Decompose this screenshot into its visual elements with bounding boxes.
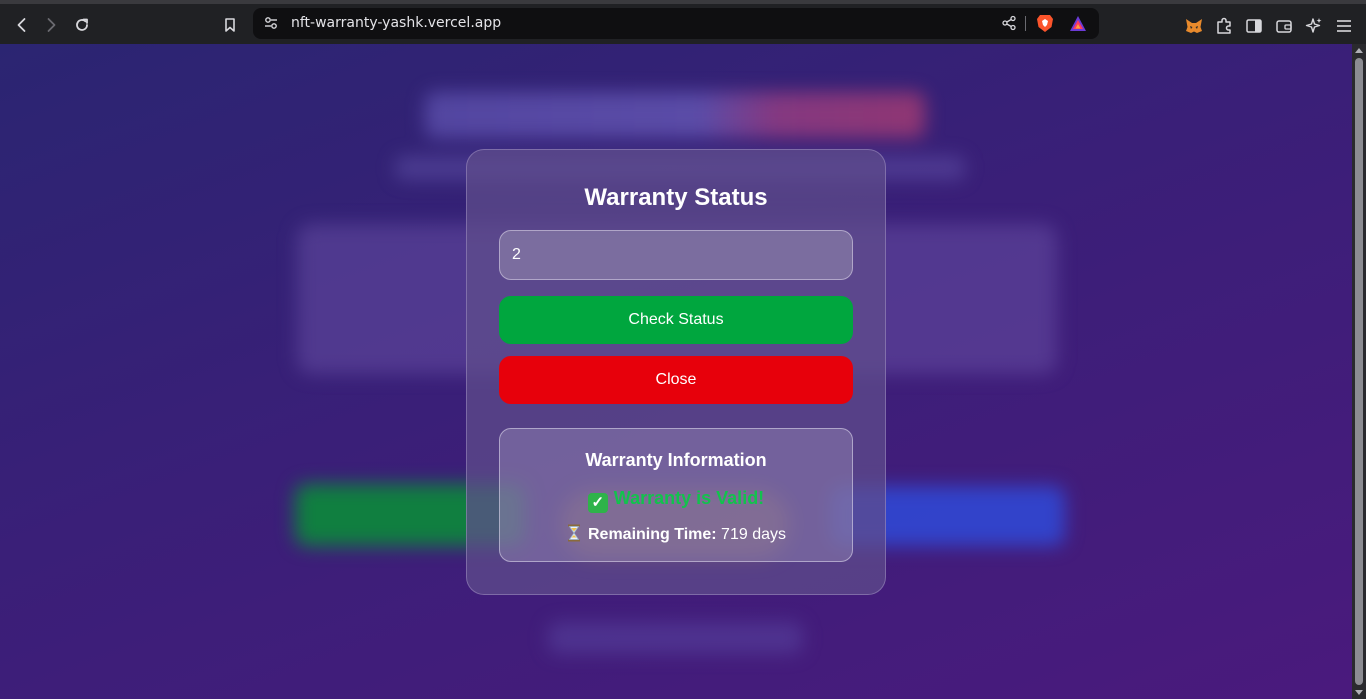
metamask-icon[interactable] bbox=[1184, 16, 1204, 36]
valid-status-text: Warranty is Valid! bbox=[613, 488, 765, 508]
hourglass-icon bbox=[567, 524, 580, 542]
modal-title: Warranty Status bbox=[584, 184, 768, 211]
remaining-time: Remaining Time: 719 days bbox=[500, 524, 852, 544]
address-bar[interactable]: nft-warranty-yashk.vercel.app bbox=[253, 8, 1099, 39]
blurred-heading bbox=[425, 92, 925, 138]
forward-icon[interactable] bbox=[38, 12, 64, 38]
warranty-info-panel: Warranty Information ✓ Warranty is Valid!… bbox=[499, 428, 853, 562]
warranty-status-modal: Warranty Status Check Status Close Warra… bbox=[466, 149, 886, 595]
browser-toolbar: nft-warranty-yashk.vercel.app bbox=[0, 0, 1366, 44]
page-scrollbar[interactable] bbox=[1352, 44, 1366, 699]
page-viewport: Warranty Status Check Status Close Warra… bbox=[0, 44, 1352, 699]
blurred-footer bbox=[548, 622, 803, 654]
brave-rewards-icon[interactable] bbox=[1069, 15, 1087, 32]
scroll-thumb[interactable] bbox=[1355, 58, 1363, 685]
bookmark-icon[interactable] bbox=[217, 12, 243, 38]
wallet-icon[interactable] bbox=[1274, 16, 1294, 36]
scroll-down-arrow-icon[interactable] bbox=[1355, 690, 1363, 695]
back-icon[interactable] bbox=[9, 12, 35, 38]
sidebar-icon[interactable] bbox=[1244, 16, 1264, 36]
site-settings-icon[interactable] bbox=[263, 15, 279, 31]
leo-ai-icon[interactable] bbox=[1304, 16, 1324, 36]
check-mark-icon: ✓ bbox=[587, 493, 608, 513]
check-status-button[interactable]: Check Status bbox=[499, 296, 853, 344]
close-button[interactable]: Close bbox=[499, 356, 853, 404]
url-separator bbox=[1025, 16, 1026, 31]
remaining-time-label: Remaining Time: bbox=[587, 526, 717, 543]
menu-icon[interactable] bbox=[1334, 16, 1354, 36]
remaining-time-value: 719 days bbox=[716, 526, 786, 543]
token-id-input[interactable] bbox=[499, 230, 853, 280]
info-title: Warranty Information bbox=[585, 450, 767, 470]
url-text[interactable]: nft-warranty-yashk.vercel.app bbox=[291, 15, 501, 31]
reload-icon[interactable] bbox=[69, 12, 95, 38]
valid-status: ✓ Warranty is Valid! bbox=[500, 488, 852, 513]
extensions-icon[interactable] bbox=[1214, 16, 1234, 36]
brave-shields-icon[interactable] bbox=[1036, 14, 1054, 33]
share-icon[interactable] bbox=[1001, 15, 1017, 31]
scroll-up-arrow-icon[interactable] bbox=[1355, 48, 1363, 53]
